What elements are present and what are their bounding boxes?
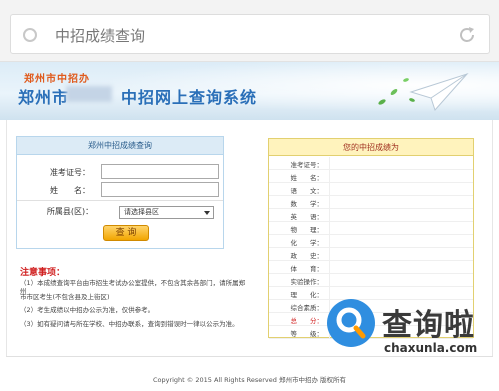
result-label: 化 学： [290,239,324,247]
district-select-value: 请选择县区 [124,208,159,216]
result-row: 准考证号： [269,157,473,170]
result-label: 实验操作： [290,278,324,286]
site-banner: 郑州市中招办 郑州市 中招网上查询系统 [0,62,499,120]
name-input[interactable] [101,182,219,197]
name-label: 姓 名： [50,186,90,195]
chevron-down-icon [204,211,210,215]
search-text[interactable]: 中招成绩查询 [55,25,145,46]
banner-title-suffix: 中招网上查询系统 [121,88,258,107]
result-label: 物 理： [290,226,324,234]
query-panel-title: 郑州中招成绩查询 [17,137,223,155]
result-row: 政 史： [269,248,473,261]
banner-title-prefix: 郑州市 [18,88,70,107]
result-row: 体 育： [269,261,473,274]
result-label: 政 史： [290,252,324,260]
results-panel-title: 您的中招成绩为 [269,139,473,156]
query-panel: 郑州中招成绩查询 准考证号： 姓 名： 所属县(区)： 请选择县区 查 询 [16,136,224,249]
note-item: （3）如有疑问请与所在学校、中招办联系，查询到错误时一律以公示为准。 [20,320,239,328]
result-divider [329,222,330,235]
note-item: 市市区考生(不包含县及上街区) [20,293,110,301]
result-divider [329,248,330,261]
result-row: 英 语： [269,209,473,222]
result-label-total: 总 分： [290,317,324,325]
redaction-blur [66,86,112,102]
result-row: 化 学： [269,235,473,248]
watermark-brand: 查询啦 [382,308,475,343]
watermark-url: chaxunla.com [384,341,478,355]
query-button[interactable]: 查 询 [103,225,149,241]
result-row: 数 学： [269,196,473,209]
result-label: 准考证号： [290,161,324,169]
banner-title: 郑州市 中招网上查询系统 [18,84,257,108]
footer-divider [6,356,493,357]
top-bar: 中招成绩查询 [0,0,499,62]
result-label: 数 学： [290,200,324,208]
name-row: 姓 名： [17,182,223,200]
form-divider [17,200,223,201]
notes-title: 注意事项： [20,268,66,278]
result-divider [329,157,330,170]
district-label: 所属县(区)： [46,207,94,216]
result-label: 等 级： [290,330,324,338]
magnifier-logo-icon [327,299,375,347]
exam-id-label: 准考证号： [50,168,90,177]
banner-subtitle: 郑州市中招办 [24,74,90,85]
footer-copyright: Copyright © 2015 All Rights Reserved 郑州市… [152,376,347,384]
result-label: 理 化： [290,291,324,299]
result-label: 体 育： [290,265,324,273]
result-divider [329,183,330,196]
search-icon [23,28,37,42]
result-divider [329,196,330,209]
district-select[interactable]: 请选择县区 [119,206,214,219]
refresh-icon[interactable] [457,25,477,45]
result-label: 语 文： [290,187,324,195]
result-label: 英 语： [290,213,324,221]
exam-id-row: 准考证号： [17,164,223,182]
result-divider [329,170,330,183]
district-row: 所属县(区)： 请选择县区 [17,203,223,221]
result-label: 综合素质： [290,304,324,312]
leaves-icon [378,78,415,105]
result-divider [329,261,330,274]
search-box[interactable]: 中招成绩查询 [10,14,490,54]
result-row: 物 理： [269,222,473,235]
result-divider [329,209,330,222]
result-divider [329,235,330,248]
result-divider [329,274,330,287]
result-row: 实验操作： [269,274,473,287]
result-row: 语 文： [269,183,473,196]
note-item: （2）考生成绩以中招办公示为准，仅供参考。 [20,306,155,314]
result-label: 姓 名： [290,174,324,182]
exam-id-input[interactable] [101,164,219,179]
result-row: 姓 名： [269,170,473,183]
